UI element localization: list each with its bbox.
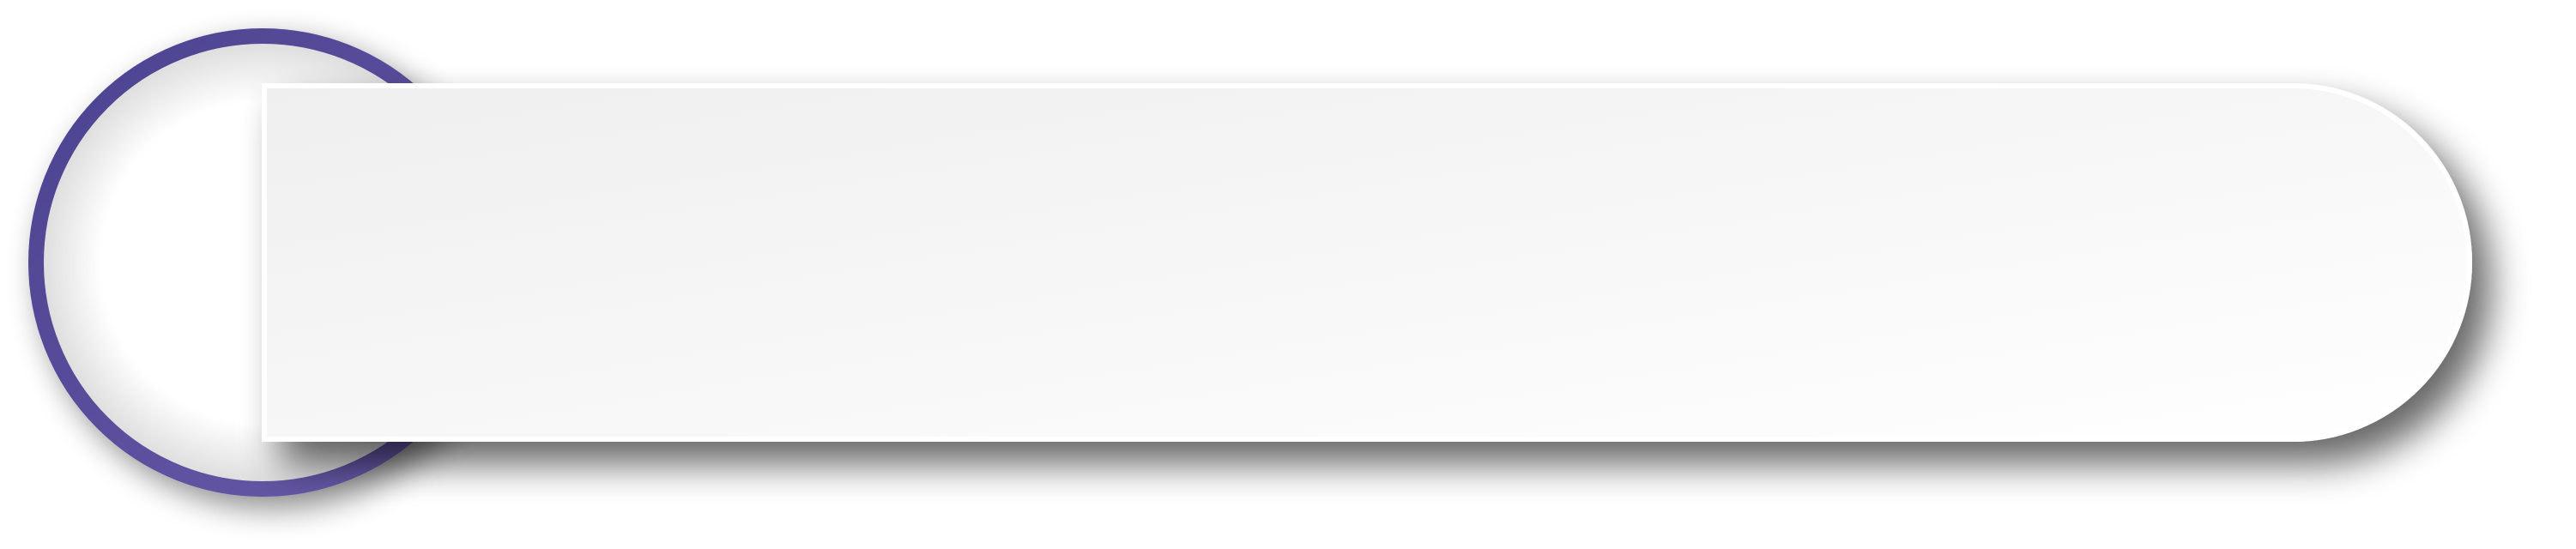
banner-svg	[28, 28, 2472, 497]
banner-graphic	[0, 0, 2576, 549]
banner-panel	[262, 83, 2472, 442]
